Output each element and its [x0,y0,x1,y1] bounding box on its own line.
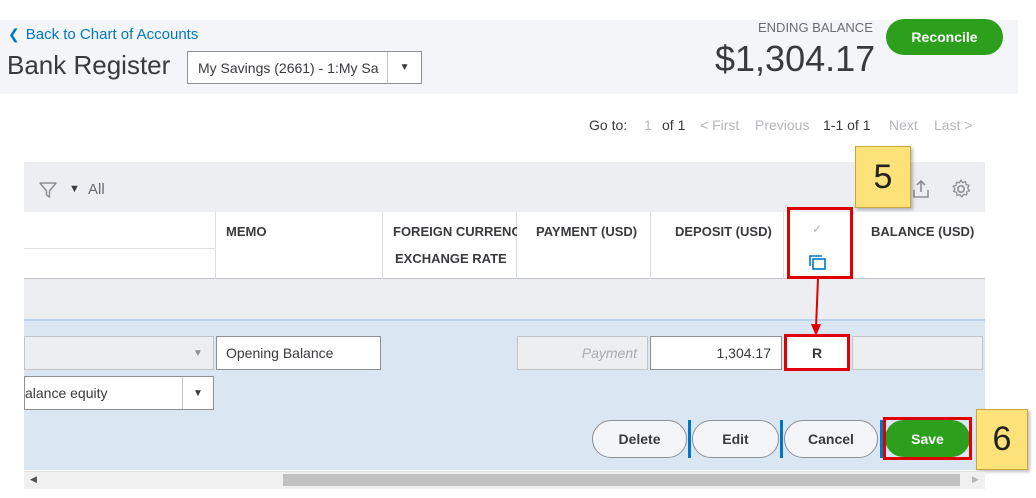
ending-balance-value: $1,304.17 [715,38,876,79]
chevron-down-icon[interactable]: ▼ [183,337,213,369]
last-page-link[interactable]: Last > [934,117,973,133]
arrow-annotation [811,277,821,336]
page-title: Bank Register [7,50,171,80]
account-field-value: alance equity [25,385,108,401]
payment-input[interactable]: Payment [517,336,648,370]
ending-balance-label: ENDING BALANCE [758,20,873,35]
funnel-icon[interactable] [38,180,58,200]
balance-column-header[interactable]: BALANCE (USD) [871,224,974,239]
account-select-value: My Savings (2661) - 1:My Sa [198,59,379,76]
page-range: 1-1 of 1 [823,117,871,133]
page-input[interactable]: 1 [644,117,652,133]
scroll-right-icon[interactable]: ▶ [972,474,979,485]
foreign-currency-column-header[interactable]: FOREIGN CURRENC [393,224,517,239]
memo-column-header[interactable]: MEMO [226,224,266,239]
column-divider [382,212,383,279]
column-divider [516,212,517,279]
header-divider [24,248,215,249]
account-select-field[interactable]: alance equity ▼ [24,376,214,410]
chevron-left-icon: ❮ [8,26,20,42]
next-page-link[interactable]: Next [889,117,918,133]
back-to-chart-link[interactable]: ❮ Back to Chart of Accounts [8,26,198,43]
highlight-save-button [883,417,972,460]
delete-button[interactable]: Delete [592,420,687,458]
chevron-down-icon[interactable]: ▼ [182,377,213,409]
reconcile-button[interactable]: Reconcile [886,19,1003,55]
scroll-left-icon[interactable]: ◀ [30,474,37,485]
first-page-link[interactable]: < First [700,117,739,133]
highlight-reconcile-header [787,207,853,279]
button-focus-bar [688,420,691,458]
memo-input[interactable]: Opening Balance [216,336,381,370]
gear-icon[interactable] [950,178,972,200]
payment-column-header[interactable]: PAYMENT (USD) [536,224,637,239]
chevron-down-icon[interactable]: ▼ [387,52,421,83]
back-link-label: Back to Chart of Accounts [25,26,199,43]
empty-row [24,279,985,319]
highlight-reconcile-field [784,334,850,371]
register-toolbar [24,162,985,212]
step-5-callout: 5 [855,146,911,208]
column-divider [215,212,216,279]
balance-field [852,336,983,370]
step-6-callout: 6 [976,409,1028,470]
scrollbar-thumb[interactable] [283,474,960,486]
previous-page-link[interactable]: Previous [755,117,809,133]
of-pages: of 1 [662,117,686,133]
filter-value[interactable]: All [88,181,105,198]
export-icon[interactable] [910,178,932,200]
cancel-button[interactable]: Cancel [784,420,878,458]
deposit-column-header[interactable]: DEPOSIT (USD) [675,224,772,239]
deposit-input[interactable]: 1,304.17 [650,336,782,370]
filter-caret-icon[interactable]: ▼ [69,183,80,195]
column-divider [650,212,651,279]
account-select[interactable]: My Savings (2661) - 1:My Sa ▼ [187,51,422,84]
exchange-rate-column-header[interactable]: EXCHANGE RATE [395,251,507,266]
edit-button[interactable]: Edit [692,420,779,458]
goto-label: Go to: [589,117,628,133]
payee-field[interactable]: ▼ [24,336,214,370]
column-divider [783,212,784,279]
button-focus-bar [780,420,783,458]
